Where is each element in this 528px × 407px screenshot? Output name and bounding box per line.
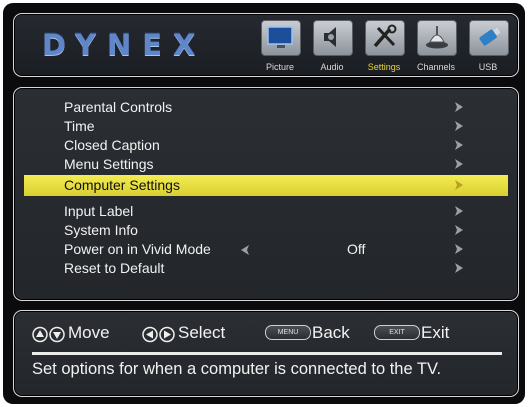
back-hint: Back [312, 323, 350, 342]
dynex-logo: DYNEX [42, 28, 207, 62]
left-right-buttons-icon [142, 326, 175, 343]
chevron-right-icon [455, 159, 463, 169]
menu-item-parental-controls[interactable]: Parental Controls [24, 97, 508, 117]
menu-item-reset-to-default[interactable]: Reset to Default [24, 258, 508, 278]
move-hint: Move [68, 323, 110, 342]
vivid-mode-value: Off [347, 241, 366, 257]
speaker-icon [313, 20, 353, 56]
menu-item-power-on-vivid-mode[interactable]: Power on in Vivid Mode Off [24, 239, 508, 259]
item-description: Set options for when a computer is conne… [32, 360, 442, 378]
header-bar: DYNEX Picture Audio Settings Channels US… [13, 13, 519, 77]
menu-item-menu-settings[interactable]: Menu Settings [24, 154, 508, 174]
menu-item-closed-caption[interactable]: Closed Caption [24, 135, 508, 155]
chevron-right-icon [455, 140, 463, 150]
tv-menu-screen: DYNEX Picture Audio Settings Channels US… [3, 3, 525, 404]
tab-channels[interactable]: Channels [410, 18, 462, 74]
tab-picture[interactable]: Picture [254, 18, 306, 74]
help-footer: Move Select MENU Back EXIT Exit Set opti… [13, 310, 519, 397]
divider [32, 352, 502, 355]
menu-tabs: Picture Audio Settings Channels USB [254, 18, 516, 74]
tools-icon [365, 20, 405, 56]
chevron-right-icon [455, 263, 463, 273]
menu-key-icon: MENU [265, 325, 311, 340]
tab-settings[interactable]: Settings [358, 18, 410, 74]
chevron-left-icon[interactable] [239, 244, 251, 256]
select-hint: Select [178, 323, 226, 342]
antenna-icon [417, 20, 457, 56]
tv-icon [261, 20, 301, 56]
usb-icon [469, 20, 509, 56]
chevron-right-icon [455, 180, 463, 190]
exit-hint: Exit [421, 323, 450, 342]
tab-audio[interactable]: Audio [306, 18, 358, 74]
chevron-right-icon[interactable] [453, 243, 465, 255]
tab-usb[interactable]: USB [462, 18, 514, 74]
menu-item-computer-settings[interactable]: Computer Settings [24, 175, 508, 196]
menu-item-input-label[interactable]: Input Label [24, 201, 508, 221]
menu-item-time[interactable]: Time [24, 116, 508, 136]
up-down-buttons-icon [32, 326, 65, 343]
menu-item-system-info[interactable]: System Info [24, 220, 508, 240]
settings-menu: Parental Controls Time Closed Caption Me… [13, 87, 519, 301]
chevron-right-icon [455, 225, 463, 235]
chevron-right-icon [455, 206, 463, 216]
chevron-right-icon [455, 121, 463, 131]
chevron-right-icon [455, 102, 463, 112]
exit-key-icon: EXIT [374, 325, 420, 340]
